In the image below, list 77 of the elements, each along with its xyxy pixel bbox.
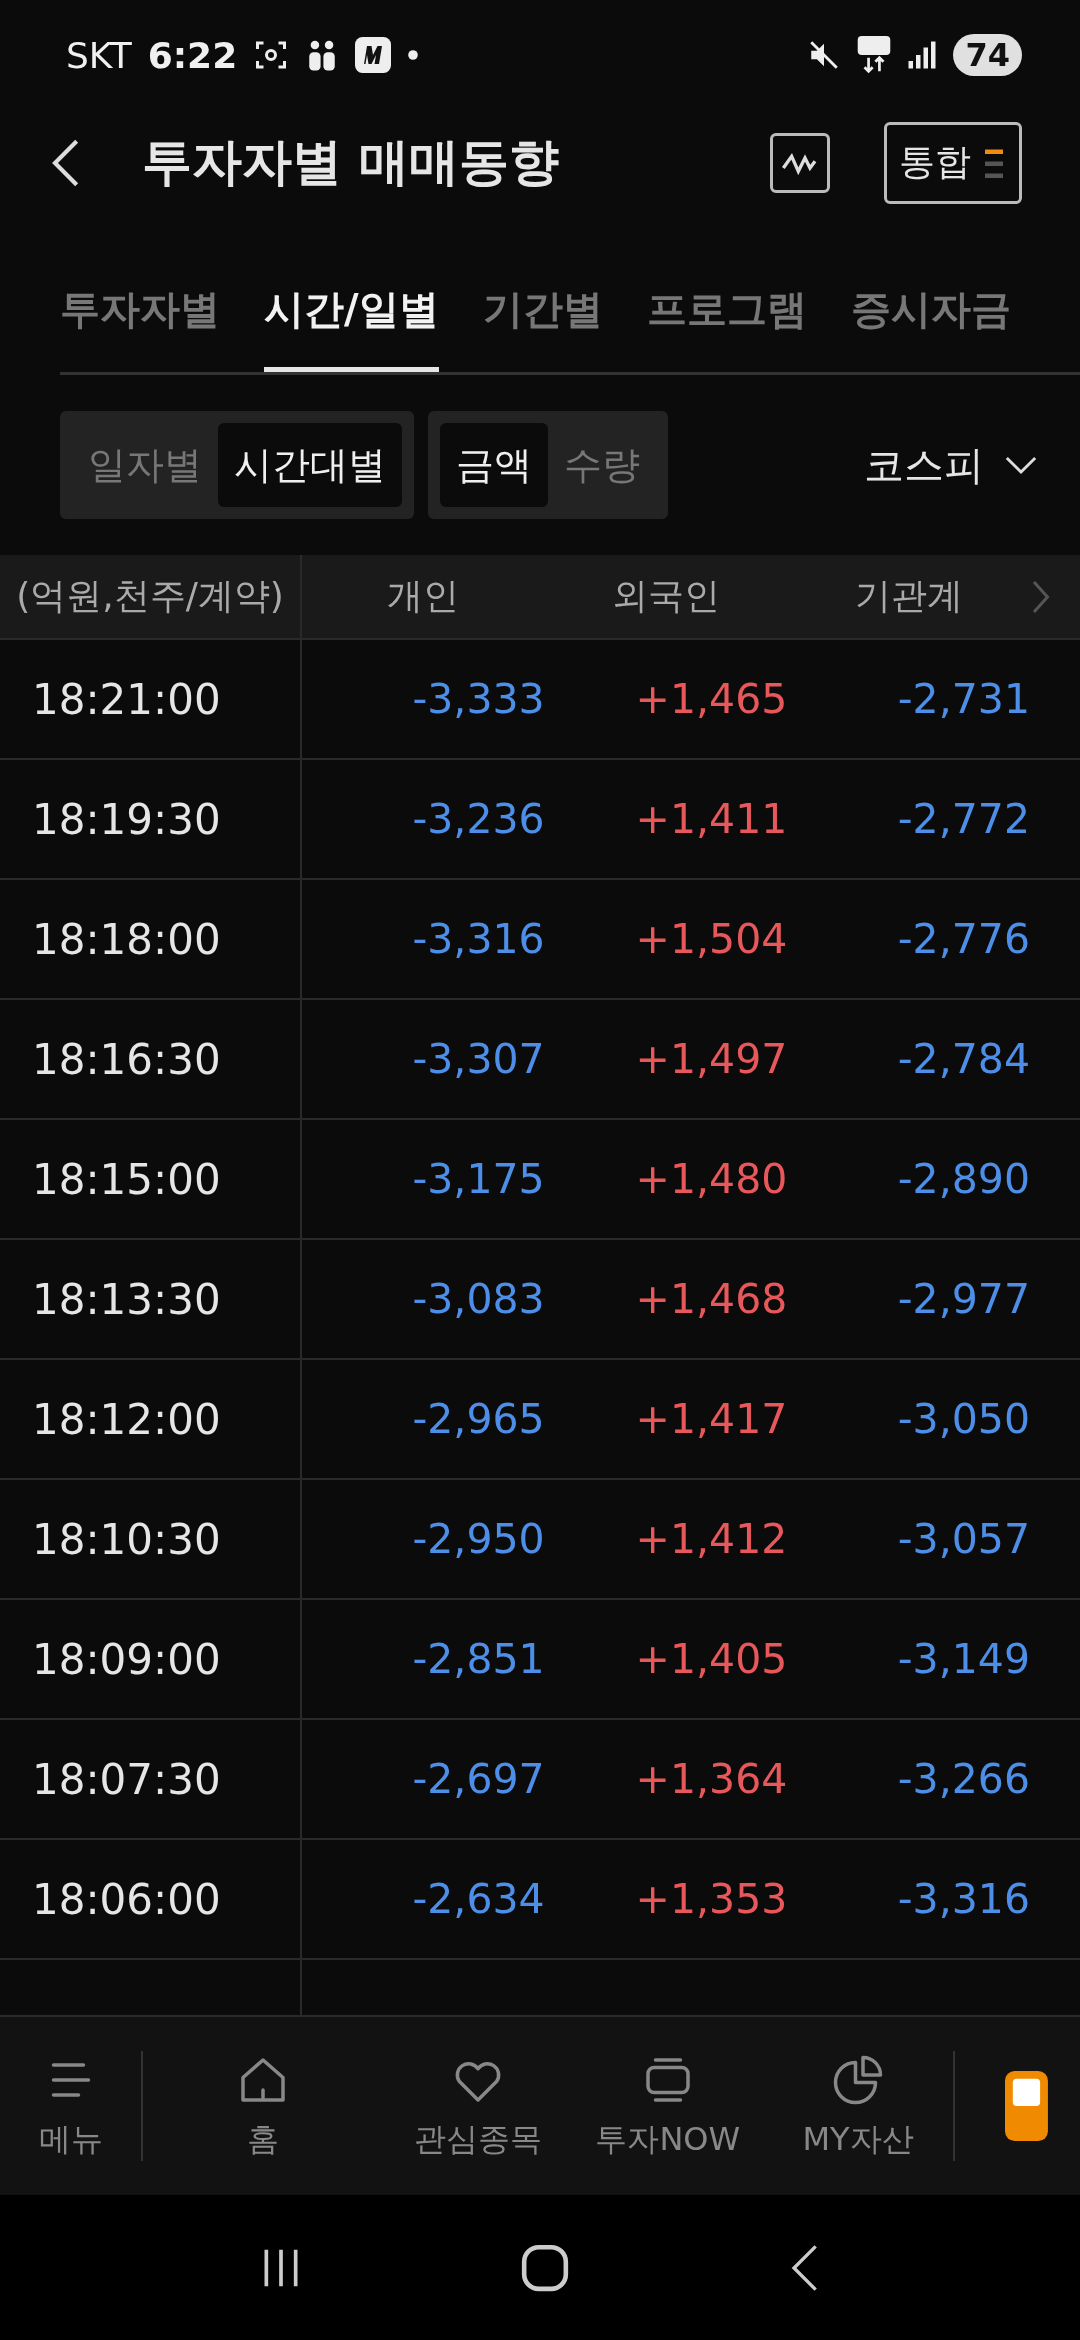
value-cell-text: -2,965 bbox=[411, 1395, 545, 1443]
value-cell-text: -3,175 bbox=[411, 1155, 545, 1203]
column-header: 개인 bbox=[386, 574, 461, 618]
chart-button[interactable] bbox=[770, 132, 830, 193]
nav-item[interactable]: 홈 bbox=[143, 2050, 383, 2162]
value-cell-text: +1,411 bbox=[634, 795, 788, 843]
battery-level: 74 bbox=[953, 34, 1022, 76]
tab[interactable]: 시간/일별 bbox=[264, 282, 439, 372]
tab[interactable]: 투자자별 bbox=[60, 282, 220, 372]
value-cell-text: -3,050 bbox=[896, 1395, 1030, 1443]
combined-menu-button[interactable]: 통합 bbox=[884, 121, 1022, 204]
network-icon bbox=[857, 36, 892, 74]
app-switch-icon[interactable] bbox=[1005, 2070, 1048, 2142]
value-cell-text: -2,784 bbox=[896, 1035, 1030, 1083]
segment-option[interactable]: 수량 bbox=[548, 423, 656, 507]
value-cell-text: -3,236 bbox=[411, 795, 545, 843]
segment-option[interactable]: 시간대별 bbox=[218, 423, 402, 507]
nav-item[interactable]: 메뉴 bbox=[0, 2050, 142, 2162]
value-cell-text: +1,480 bbox=[634, 1155, 788, 1203]
time-cell: 18:18:00 bbox=[0, 880, 302, 998]
time-cell: 18:13:30 bbox=[0, 1240, 302, 1358]
clock: 6:22 bbox=[147, 34, 238, 76]
value-cell-text: -3,083 bbox=[411, 1275, 545, 1323]
value-cell-text: -3,149 bbox=[896, 1635, 1030, 1683]
value-cell-text: +1,405 bbox=[634, 1635, 788, 1683]
page-title: 투자자별 매매동향 bbox=[142, 132, 561, 193]
segment-option[interactable]: 금액 bbox=[440, 423, 548, 507]
tab[interactable]: 프로그램 bbox=[646, 282, 807, 372]
value-cell-text: +1,364 bbox=[634, 1755, 788, 1803]
value-cell-text: -3,316 bbox=[896, 1875, 1030, 1923]
column-header: 외국인 bbox=[611, 574, 721, 618]
value-cell-text: +1,417 bbox=[634, 1395, 788, 1443]
value-cell-text: -2,731 bbox=[896, 675, 1030, 723]
time-cell: 18:10:30 bbox=[0, 1480, 302, 1598]
time-cell: 18:15:00 bbox=[0, 1120, 302, 1238]
time-cell: 18:07:30 bbox=[0, 1720, 302, 1838]
column-header: 기관계 bbox=[853, 574, 964, 618]
tab[interactable]: 증시자금 bbox=[850, 282, 1011, 372]
time-cell: 18:16:30 bbox=[0, 1000, 302, 1118]
value-cell-text: +1,412 bbox=[634, 1515, 788, 1563]
signal-icon bbox=[907, 39, 938, 71]
value-cell-text: +1,353 bbox=[634, 1875, 788, 1923]
nav-item[interactable]: 투자NOW bbox=[572, 2050, 763, 2162]
value-cell-text: -2,890 bbox=[896, 1155, 1030, 1203]
carrier: SKT bbox=[66, 34, 132, 76]
nav-item[interactable]: 관심종목 bbox=[382, 2050, 573, 2162]
value-cell-text: -2,851 bbox=[411, 1635, 545, 1683]
home-icon[interactable] bbox=[520, 2242, 570, 2293]
value-cell-text: -2,776 bbox=[896, 915, 1030, 963]
market-dropdown[interactable]: 코스피 bbox=[858, 436, 1044, 494]
value-cell-text: -2,772 bbox=[896, 795, 1030, 843]
value-cell-text: +1,465 bbox=[634, 675, 788, 723]
app-badge-icon bbox=[355, 37, 392, 73]
value-cell-text: +1,497 bbox=[634, 1035, 788, 1083]
value-cell-text: -2,634 bbox=[411, 1875, 545, 1923]
back-icon[interactable] bbox=[50, 137, 80, 188]
value-cell-text: -3,316 bbox=[411, 915, 545, 963]
column-header: (억원,천주/계약) bbox=[0, 555, 302, 638]
value-cell-text: -3,057 bbox=[896, 1515, 1030, 1563]
nav-item[interactable]: MY자산 bbox=[762, 2050, 954, 2162]
value-cell-text: -2,697 bbox=[411, 1755, 545, 1803]
time-cell: 18:12:00 bbox=[0, 1360, 302, 1478]
value-cell-text: -2,950 bbox=[411, 1515, 545, 1563]
value-cell-text: -3,307 bbox=[411, 1035, 545, 1083]
chevron-down-icon bbox=[1004, 455, 1038, 475]
time-cell: 18:21:00 bbox=[0, 640, 302, 758]
time-cell: 18:09:00 bbox=[0, 1600, 302, 1718]
value-cell-text: -3,266 bbox=[896, 1755, 1030, 1803]
time-cell: 18:19:30 bbox=[0, 760, 302, 878]
value-cell-text: -2,977 bbox=[896, 1275, 1030, 1323]
value-cell-text: -3,333 bbox=[411, 675, 545, 723]
time-cell: 18:06:00 bbox=[0, 1840, 302, 1958]
tab[interactable]: 기간별 bbox=[482, 282, 603, 372]
dot-icon bbox=[407, 49, 420, 61]
value-cell-text: +1,504 bbox=[634, 915, 788, 963]
segment-option[interactable]: 일자별 bbox=[72, 423, 218, 507]
value-cell-text: +1,468 bbox=[634, 1275, 788, 1323]
